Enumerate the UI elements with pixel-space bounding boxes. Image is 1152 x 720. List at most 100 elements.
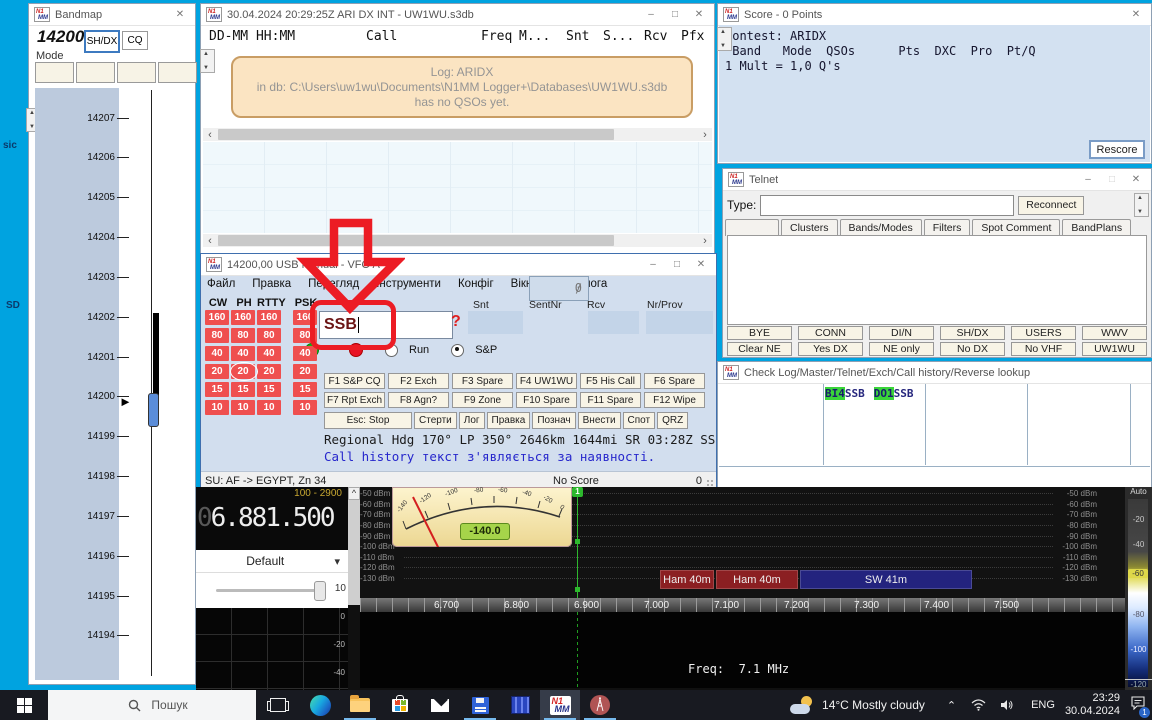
telnet-tab[interactable]: Clusters xyxy=(781,219,838,236)
band-button[interactable]: 10 xyxy=(231,400,255,415)
profile-dropdown[interactable]: Default xyxy=(196,550,348,573)
wifi-icon[interactable] xyxy=(971,699,986,711)
action-button[interactable]: Правка xyxy=(487,412,531,429)
close-icon[interactable] xyxy=(1126,171,1146,189)
fkey-button[interactable]: F11 Spare xyxy=(580,392,641,408)
sdr-frequency-display[interactable]: 06.881.500 xyxy=(197,503,334,533)
telnet-output[interactable] xyxy=(727,235,1147,325)
frequency-axis[interactable]: 6.7006.8006.9007.0007.1007.2007.3007.400… xyxy=(360,598,1125,612)
mode-box[interactable] xyxy=(76,62,115,83)
notification-button[interactable]: 1 xyxy=(1130,696,1146,715)
band-button[interactable]: 10 xyxy=(205,400,229,415)
band-button[interactable]: 10 xyxy=(293,400,317,415)
store-taskbar-button[interactable] xyxy=(380,690,420,720)
fkey-button[interactable]: F9 Zone xyxy=(452,392,513,408)
telnet-button[interactable]: Yes DX xyxy=(798,342,863,356)
band-button[interactable]: 40 xyxy=(293,346,317,361)
start-button[interactable] xyxy=(0,690,48,720)
band-segment[interactable]: SW 41m xyxy=(800,570,972,589)
band-button[interactable]: 40 xyxy=(257,346,281,361)
fkey-button[interactable]: F4 UW1WU xyxy=(516,373,577,389)
action-button[interactable]: Лог xyxy=(459,412,485,429)
save-app-taskbar-button[interactable] xyxy=(460,690,500,720)
fkey-button[interactable]: F3 Spare xyxy=(452,373,513,389)
maximize-icon[interactable] xyxy=(1102,171,1122,189)
waterfall-intensity-scale[interactable]: Auto -20-40-60-80-100-120 xyxy=(1125,487,1152,690)
sentnr-field[interactable]: 0 xyxy=(529,276,589,301)
telnet-button[interactable]: SH/DX xyxy=(940,326,1005,340)
telnet-button[interactable]: DI/N xyxy=(869,326,934,340)
action-button[interactable]: QRZ xyxy=(657,412,688,429)
band-segment[interactable]: Ham 40m xyxy=(716,570,798,589)
minimize-icon[interactable] xyxy=(1078,171,1098,189)
mail-taskbar-button[interactable] xyxy=(420,690,460,720)
tab-blank[interactable] xyxy=(725,219,779,236)
action-button[interactable]: Познач xyxy=(532,412,575,429)
fkey-button[interactable]: F2 Exch xyxy=(388,373,449,389)
telnet-tab[interactable]: Bands/Modes xyxy=(840,219,922,236)
band-button[interactable]: 20 xyxy=(293,364,317,379)
fkey-button[interactable]: F6 Spare xyxy=(644,373,705,389)
telnet-button[interactable]: Clear NE xyxy=(727,342,792,356)
menu-item[interactable]: Правка xyxy=(252,278,291,290)
fkey-button[interactable]: F7 Rpt Exch xyxy=(324,392,385,408)
telnet-tab[interactable]: Filters xyxy=(924,219,971,236)
rescore-button[interactable]: Rescore xyxy=(1089,140,1145,159)
telnet-button[interactable]: UW1WU xyxy=(1082,342,1147,356)
check-call[interactable]: BI4SSB xyxy=(825,387,865,400)
telnet-tab[interactable]: BandPlans xyxy=(1062,219,1131,236)
minimize-icon[interactable] xyxy=(643,256,663,274)
tuning-marker[interactable]: 1 xyxy=(577,487,578,598)
taskbar-search[interactable]: Пошук xyxy=(48,690,256,720)
nrprov-field[interactable] xyxy=(646,311,713,334)
log-spinner[interactable] xyxy=(200,49,215,73)
log-column-header[interactable]: M... xyxy=(519,29,550,44)
band-button[interactable]: 80 xyxy=(205,328,229,343)
scrollbar-thumb[interactable] xyxy=(218,129,614,140)
log-column-header[interactable]: Snt xyxy=(566,29,589,44)
bandmap-titlebar[interactable]: Bandmap xyxy=(29,4,195,26)
fkey-button[interactable]: F12 Wipe xyxy=(644,392,705,408)
action-button[interactable]: Внести xyxy=(578,412,621,429)
telnet-button[interactable]: WWV xyxy=(1082,326,1147,340)
close-icon[interactable] xyxy=(691,256,711,274)
winrar-taskbar-button[interactable] xyxy=(500,690,540,720)
entry-titlebar[interactable]: 14200,00 USB Manual - VFO A xyxy=(201,254,716,276)
check-call[interactable]: DO1SSB xyxy=(874,387,914,400)
close-icon[interactable] xyxy=(1126,6,1146,24)
telnet-button[interactable]: USERS xyxy=(1011,326,1076,340)
band-button[interactable]: 40 xyxy=(205,346,229,361)
telnet-button[interactable]: No DX xyxy=(940,342,1005,356)
log-column-header[interactable]: Freq xyxy=(481,29,512,44)
volume-slider-track[interactable] xyxy=(216,589,320,592)
fkey-button[interactable]: F1 S&P CQ xyxy=(324,373,385,389)
band-segment[interactable]: Ham 40m xyxy=(660,570,714,589)
reconnect-button[interactable]: Reconnect xyxy=(1018,196,1084,215)
score-titlebar[interactable]: Score - 0 Points xyxy=(718,4,1151,26)
language-indicator[interactable]: ENG xyxy=(1031,699,1055,711)
action-button[interactable]: Спот xyxy=(623,412,656,429)
band-button[interactable]: 20 xyxy=(205,364,229,379)
rf-spectrum-panel[interactable]: -50 dBm-50 dBm-60 dBm-60 dBm-70 dBm-70 d… xyxy=(360,487,1125,598)
edge-taskbar-button[interactable] xyxy=(300,690,340,720)
rcv-field[interactable] xyxy=(588,311,639,334)
log-column-header[interactable]: Pfx xyxy=(681,29,704,44)
band-button[interactable]: 160 xyxy=(205,310,229,325)
maximize-icon[interactable] xyxy=(665,6,685,24)
telnet-titlebar[interactable]: Telnet xyxy=(723,169,1151,191)
scrollbar-thumb[interactable] xyxy=(218,235,614,246)
band-button[interactable]: 15 xyxy=(257,382,281,397)
mode-box[interactable] xyxy=(158,62,197,83)
band-button[interactable]: 40 xyxy=(231,346,255,361)
log-hscrollbar[interactable] xyxy=(203,128,712,141)
sp-radio[interactable] xyxy=(451,344,464,357)
log-column-header[interactable]: Rcv xyxy=(644,29,667,44)
snt-field[interactable] xyxy=(468,311,523,334)
bandmap-vfo-handle[interactable] xyxy=(148,393,159,427)
log-hscrollbar[interactable] xyxy=(203,234,712,247)
resize-grip[interactable] xyxy=(706,479,714,487)
sdr-scrollbar[interactable] xyxy=(348,487,360,605)
fkey-button[interactable]: F10 Spare xyxy=(516,392,577,408)
minimize-icon[interactable] xyxy=(641,6,661,24)
telnet-button[interactable]: CONN xyxy=(798,326,863,340)
